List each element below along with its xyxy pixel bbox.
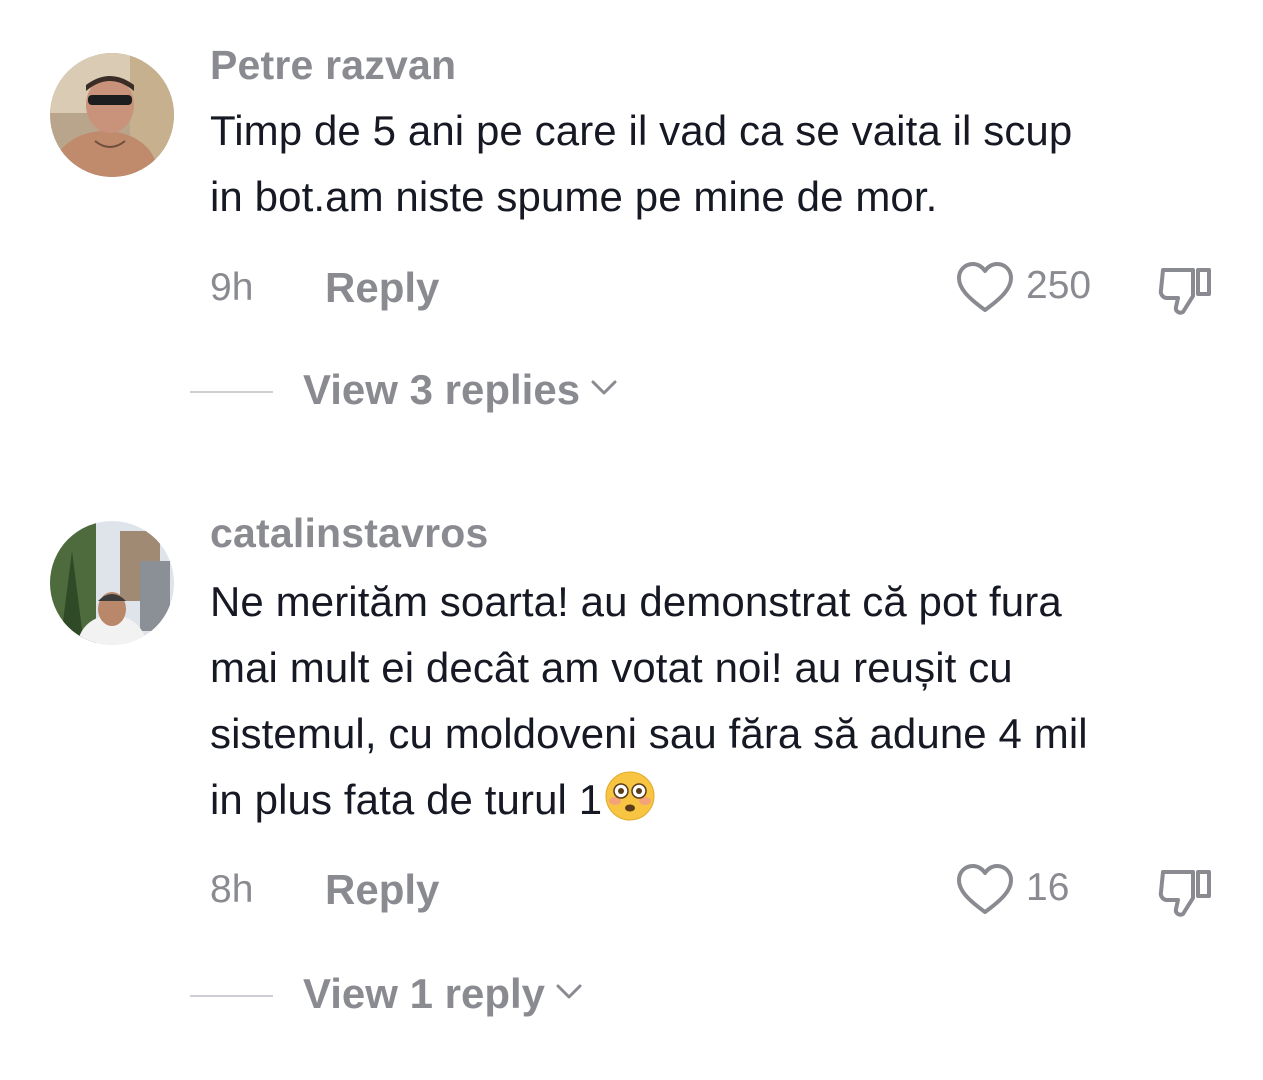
like-count: 250 [1026, 264, 1092, 307]
thumbs-down-outline-icon [1158, 268, 1211, 315]
replies-divider [190, 391, 273, 393]
thumbs-down-outline-icon [1158, 870, 1211, 917]
view-replies-button[interactable]: View 3 replies [303, 366, 618, 414]
comment-text-segment: in plus fata de turul 1 [210, 776, 603, 823]
comment-text-line: Ne merităm soarta! au demonstrat că pot … [210, 578, 1062, 625]
flushed-face-emoji [605, 771, 655, 821]
chevron-down-icon [556, 984, 582, 999]
comment-text: Timp de 5 ani pe care il vad ca se vaita… [210, 98, 1230, 230]
comment-text-line: mai mult ei decât am votat noi! au reuși… [210, 644, 1013, 691]
reply-button[interactable]: Reply [325, 866, 439, 914]
like-count: 16 [1026, 866, 1070, 909]
profile-photo-icon [50, 53, 174, 177]
profile-photo-icon [50, 521, 174, 645]
dislike-button[interactable] [1155, 260, 1217, 322]
heart-outline-icon [957, 864, 1013, 914]
comment-timestamp: 8h [210, 868, 254, 911]
comment-text-line: Timp de 5 ani pe care il vad ca se vaita… [210, 107, 1073, 154]
comment-text-line: sistemul, cu moldoveni sau făra să adune… [210, 710, 1088, 757]
avatar[interactable] [50, 53, 174, 177]
like-button[interactable] [955, 260, 1015, 316]
view-replies-button[interactable]: View 1 reply [303, 970, 583, 1018]
comment-timestamp: 9h [210, 266, 254, 309]
username[interactable]: catalinstavros [210, 510, 489, 557]
heart-outline-icon [957, 262, 1013, 312]
dislike-button[interactable] [1155, 862, 1217, 924]
view-replies-label: View 1 reply [303, 970, 546, 1017]
avatar[interactable] [50, 521, 174, 645]
comment-text-line: in bot.am niste spume pe mine de mor. [210, 173, 938, 220]
comment-text: Ne merităm soarta! au demonstrat că pot … [210, 569, 1230, 833]
reply-button[interactable]: Reply [325, 264, 439, 312]
replies-divider [190, 995, 273, 997]
like-button[interactable] [955, 862, 1015, 918]
username[interactable]: Petre razvan [210, 42, 456, 89]
view-replies-label: View 3 replies [303, 366, 581, 413]
comment-text-line: in plus fata de turul 1 [210, 767, 1230, 833]
chevron-down-icon [591, 380, 617, 395]
